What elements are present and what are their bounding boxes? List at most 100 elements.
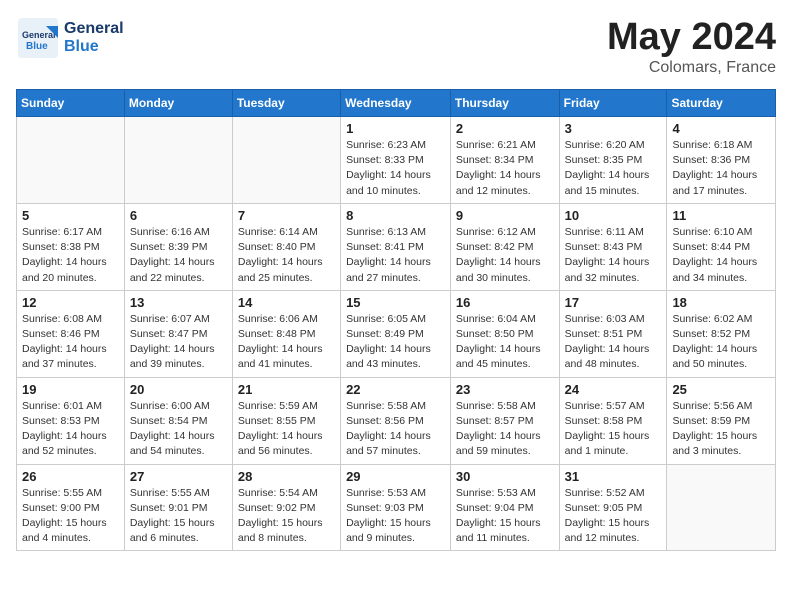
logo: General Blue General Blue (16, 16, 124, 60)
day-number: 24 (565, 382, 662, 397)
day-number: 22 (346, 382, 445, 397)
svg-text:Blue: Blue (26, 41, 48, 52)
calendar-cell: 16 Sunrise: 6:04 AM Sunset: 8:50 PM Dayli… (450, 290, 559, 377)
header: General Blue General Blue May 2024 Colom… (16, 16, 776, 77)
day-info: Sunrise: 6:18 AM Sunset: 8:36 PM Dayligh… (672, 138, 770, 199)
calendar-cell: 11 Sunrise: 6:10 AM Sunset: 8:44 PM Dayli… (667, 203, 776, 290)
calendar-cell: 28 Sunrise: 5:54 AM Sunset: 9:02 PM Dayli… (232, 464, 340, 551)
day-number: 14 (238, 295, 335, 310)
calendar-cell (124, 117, 232, 204)
calendar-cell: 24Sunrise: 5:57 AM Sunset: 8:58 PM Dayli… (559, 377, 667, 464)
day-number: 2 (456, 121, 554, 136)
calendar-cell: 18Sunrise: 6:02 AM Sunset: 8:52 PM Dayli… (667, 290, 776, 377)
day-number: 4 (672, 121, 770, 136)
calendar-cell (667, 464, 776, 551)
day-info: Sunrise: 6:08 AM Sunset: 8:46 PM Dayligh… (22, 312, 119, 373)
calendar-cell: 25Sunrise: 5:56 AM Sunset: 8:59 PM Dayli… (667, 377, 776, 464)
weekday-header-saturday: Saturday (667, 90, 776, 117)
day-info: Sunrise: 5:54 AM Sunset: 9:02 PM Dayligh… (238, 486, 335, 547)
day-info: Sunrise: 5:59 AM Sunset: 8:55 PM Dayligh… (238, 399, 335, 460)
calendar-cell: 13Sunrise: 6:07 AM Sunset: 8:47 PM Dayli… (124, 290, 232, 377)
day-info: Sunrise: 6:14 AM Sunset: 8:40 PM Dayligh… (238, 225, 335, 286)
location-title: Colomars, France (607, 59, 776, 77)
calendar-cell: 26 Sunrise: 5:55 AM Sunset: 9:00 PM Dayli… (17, 464, 125, 551)
logo-general-text: General (64, 20, 124, 38)
title-area: May 2024 Colomars, France (607, 16, 776, 77)
day-number: 5 (22, 208, 119, 223)
day-number: 8 (346, 208, 445, 223)
week-row-4: 19 Sunrise: 6:01 AM Sunset: 8:53 PM Dayli… (17, 377, 776, 464)
calendar-cell: 20 Sunrise: 6:00 AM Sunset: 8:54 PM Dayli… (124, 377, 232, 464)
day-number: 23 (456, 382, 554, 397)
day-number: 30 (456, 469, 554, 484)
calendar-cell: 19 Sunrise: 6:01 AM Sunset: 8:53 PM Dayli… (17, 377, 125, 464)
week-row-3: 12 Sunrise: 6:08 AM Sunset: 8:46 PM Dayli… (17, 290, 776, 377)
day-number: 11 (672, 208, 770, 223)
day-info: Sunrise: 5:55 AM Sunset: 9:00 PM Dayligh… (22, 486, 119, 547)
calendar-cell: 2 Sunrise: 6:21 AM Sunset: 8:34 PM Daylig… (450, 117, 559, 204)
logo-icon: General Blue (16, 16, 60, 60)
day-number: 15 (346, 295, 445, 310)
week-row-5: 26 Sunrise: 5:55 AM Sunset: 9:00 PM Dayli… (17, 464, 776, 551)
calendar-cell: 31Sunrise: 5:52 AM Sunset: 9:05 PM Dayli… (559, 464, 667, 551)
day-number: 17 (565, 295, 662, 310)
week-row-1: 1Sunrise: 6:23 AM Sunset: 8:33 PM Daylig… (17, 117, 776, 204)
weekday-header-row: SundayMondayTuesdayWednesdayThursdayFrid… (17, 90, 776, 117)
day-number: 12 (22, 295, 119, 310)
calendar-cell: 22 Sunrise: 5:58 AM Sunset: 8:56 PM Dayli… (341, 377, 451, 464)
day-number: 28 (238, 469, 335, 484)
calendar-cell: 5 Sunrise: 6:17 AM Sunset: 8:38 PM Daylig… (17, 203, 125, 290)
day-info: Sunrise: 6:12 AM Sunset: 8:42 PM Dayligh… (456, 225, 554, 286)
calendar-cell: 17 Sunrise: 6:03 AM Sunset: 8:51 PM Dayli… (559, 290, 667, 377)
day-info: Sunrise: 6:16 AM Sunset: 8:39 PM Dayligh… (130, 225, 227, 286)
day-info: Sunrise: 6:04 AM Sunset: 8:50 PM Dayligh… (456, 312, 554, 373)
calendar-cell (17, 117, 125, 204)
calendar-table: SundayMondayTuesdayWednesdayThursdayFrid… (16, 89, 776, 551)
day-number: 29 (346, 469, 445, 484)
day-info: Sunrise: 6:11 AM Sunset: 8:43 PM Dayligh… (565, 225, 662, 286)
day-info: Sunrise: 6:03 AM Sunset: 8:51 PM Dayligh… (565, 312, 662, 373)
day-info: Sunrise: 6:06 AM Sunset: 8:48 PM Dayligh… (238, 312, 335, 373)
calendar-cell: 23 Sunrise: 5:58 AM Sunset: 8:57 PM Dayli… (450, 377, 559, 464)
weekday-header-wednesday: Wednesday (341, 90, 451, 117)
day-info: Sunrise: 6:07 AM Sunset: 8:47 PM Dayligh… (130, 312, 227, 373)
day-info: Sunrise: 5:55 AM Sunset: 9:01 PM Dayligh… (130, 486, 227, 547)
weekday-header-tuesday: Tuesday (232, 90, 340, 117)
day-number: 27 (130, 469, 227, 484)
day-number: 26 (22, 469, 119, 484)
weekday-header-monday: Monday (124, 90, 232, 117)
day-number: 20 (130, 382, 227, 397)
day-info: Sunrise: 6:01 AM Sunset: 8:53 PM Dayligh… (22, 399, 119, 460)
day-info: Sunrise: 5:52 AM Sunset: 9:05 PM Dayligh… (565, 486, 662, 547)
day-number: 19 (22, 382, 119, 397)
day-info: Sunrise: 6:20 AM Sunset: 8:35 PM Dayligh… (565, 138, 662, 199)
day-number: 25 (672, 382, 770, 397)
month-title: May 2024 (607, 16, 776, 59)
day-number: 21 (238, 382, 335, 397)
day-info: Sunrise: 6:23 AM Sunset: 8:33 PM Dayligh… (346, 138, 445, 199)
calendar-cell: 27 Sunrise: 5:55 AM Sunset: 9:01 PM Dayli… (124, 464, 232, 551)
calendar-cell: 4 Sunrise: 6:18 AM Sunset: 8:36 PM Daylig… (667, 117, 776, 204)
day-number: 16 (456, 295, 554, 310)
day-number: 18 (672, 295, 770, 310)
svg-text:General: General (22, 30, 56, 40)
day-info: Sunrise: 5:58 AM Sunset: 8:57 PM Dayligh… (456, 399, 554, 460)
day-info: Sunrise: 5:58 AM Sunset: 8:56 PM Dayligh… (346, 399, 445, 460)
day-number: 3 (565, 121, 662, 136)
day-info: Sunrise: 6:05 AM Sunset: 8:49 PM Dayligh… (346, 312, 445, 373)
day-info: Sunrise: 6:17 AM Sunset: 8:38 PM Dayligh… (22, 225, 119, 286)
day-number: 10 (565, 208, 662, 223)
calendar-cell: 8 Sunrise: 6:13 AM Sunset: 8:41 PM Daylig… (341, 203, 451, 290)
day-number: 6 (130, 208, 227, 223)
calendar-cell: 10 Sunrise: 6:11 AM Sunset: 8:43 PM Dayli… (559, 203, 667, 290)
day-info: Sunrise: 6:13 AM Sunset: 8:41 PM Dayligh… (346, 225, 445, 286)
day-number: 9 (456, 208, 554, 223)
weekday-header-friday: Friday (559, 90, 667, 117)
day-info: Sunrise: 6:21 AM Sunset: 8:34 PM Dayligh… (456, 138, 554, 199)
day-info: Sunrise: 6:10 AM Sunset: 8:44 PM Dayligh… (672, 225, 770, 286)
calendar-cell: 6 Sunrise: 6:16 AM Sunset: 8:39 PM Daylig… (124, 203, 232, 290)
day-info: Sunrise: 6:00 AM Sunset: 8:54 PM Dayligh… (130, 399, 227, 460)
calendar-cell: 12 Sunrise: 6:08 AM Sunset: 8:46 PM Dayli… (17, 290, 125, 377)
calendar-cell: 1Sunrise: 6:23 AM Sunset: 8:33 PM Daylig… (341, 117, 451, 204)
weekday-header-thursday: Thursday (450, 90, 559, 117)
